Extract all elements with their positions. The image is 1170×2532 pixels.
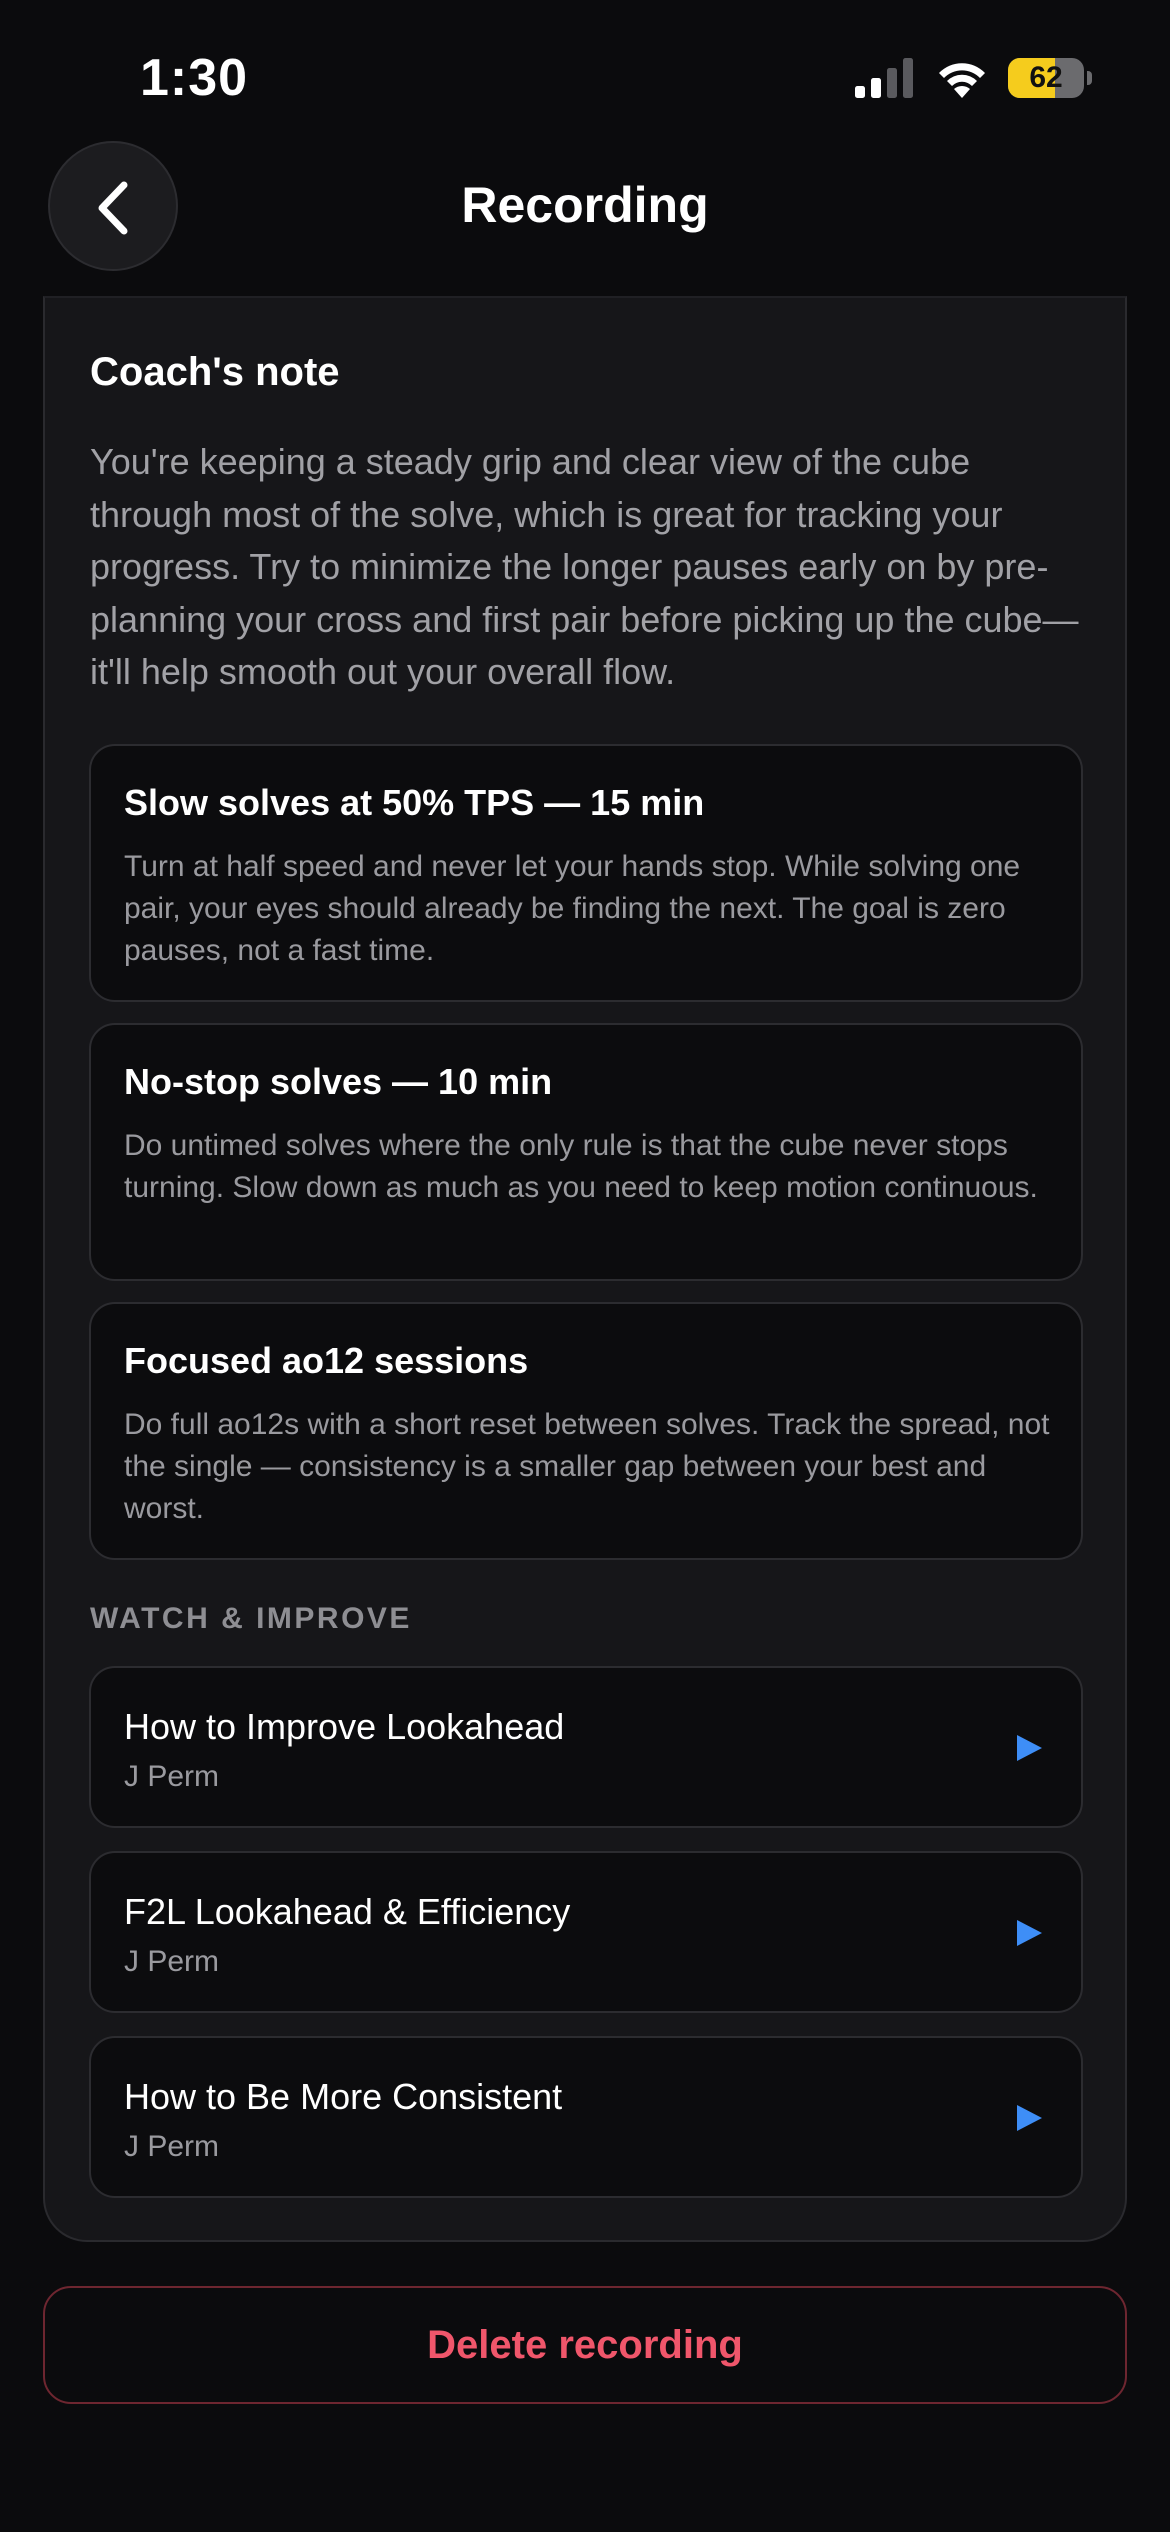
play-icon (1017, 1735, 1042, 1761)
video-item[interactable]: How to Be More Consistent J Perm (89, 2036, 1083, 2198)
drill-card: Slow solves at 50% TPS — 15 min Turn at … (89, 744, 1083, 1002)
drill-title: Slow solves at 50% TPS — 15 min (124, 782, 705, 823)
drill-description: Do full ao12s with a short reset between… (124, 1408, 1050, 1525)
drill-description: Turn at half speed and never let your ha… (124, 850, 1021, 967)
drill-title: No-stop solves — 10 min (124, 1061, 553, 1102)
watch-section-label: WATCH & IMPROVE (90, 1602, 412, 1635)
coach-note-heading: Coach's note (90, 350, 340, 394)
coach-card: Coach's note You're keeping a steady gri… (43, 296, 1127, 2242)
battery-level: 62 (1029, 61, 1063, 94)
video-author: J Perm (124, 2130, 220, 2163)
video-title: How to Be More Consistent (124, 2076, 563, 2117)
cellular-signal-icon (855, 58, 913, 98)
status-time: 1:30 (140, 49, 249, 107)
status-bar: 1:30 62 (0, 0, 1170, 150)
video-item[interactable]: How to Improve Lookahead J Perm (89, 1666, 1083, 1828)
page-title: Recording (461, 177, 709, 233)
video-title: How to Improve Lookahead (124, 1706, 565, 1747)
drill-title: Focused ao12 sessions (124, 1340, 529, 1381)
coach-note-text: You're keeping a steady grip and clear v… (90, 441, 1079, 692)
battery-icon: 62 (1008, 58, 1092, 98)
drill-description: Do untimed solves where the only rule is… (124, 1129, 1038, 1204)
play-icon (1017, 1920, 1042, 1946)
video-author: J Perm (124, 1945, 220, 1978)
wifi-icon (939, 63, 985, 98)
battery-body: 62 (1008, 58, 1084, 98)
play-icon (1017, 2105, 1042, 2131)
drill-card: Focused ao12 sessions Do full ao12s with… (89, 1302, 1083, 1560)
drill-card: No-stop solves — 10 min Do untimed solve… (89, 1023, 1083, 1281)
video-item[interactable]: F2L Lookahead & Efficiency J Perm (89, 1851, 1083, 2013)
video-title: F2L Lookahead & Efficiency (124, 1891, 571, 1932)
battery-nub (1087, 71, 1092, 85)
delete-recording-button[interactable]: Delete recording (43, 2286, 1127, 2404)
video-author: J Perm (124, 1760, 220, 1793)
